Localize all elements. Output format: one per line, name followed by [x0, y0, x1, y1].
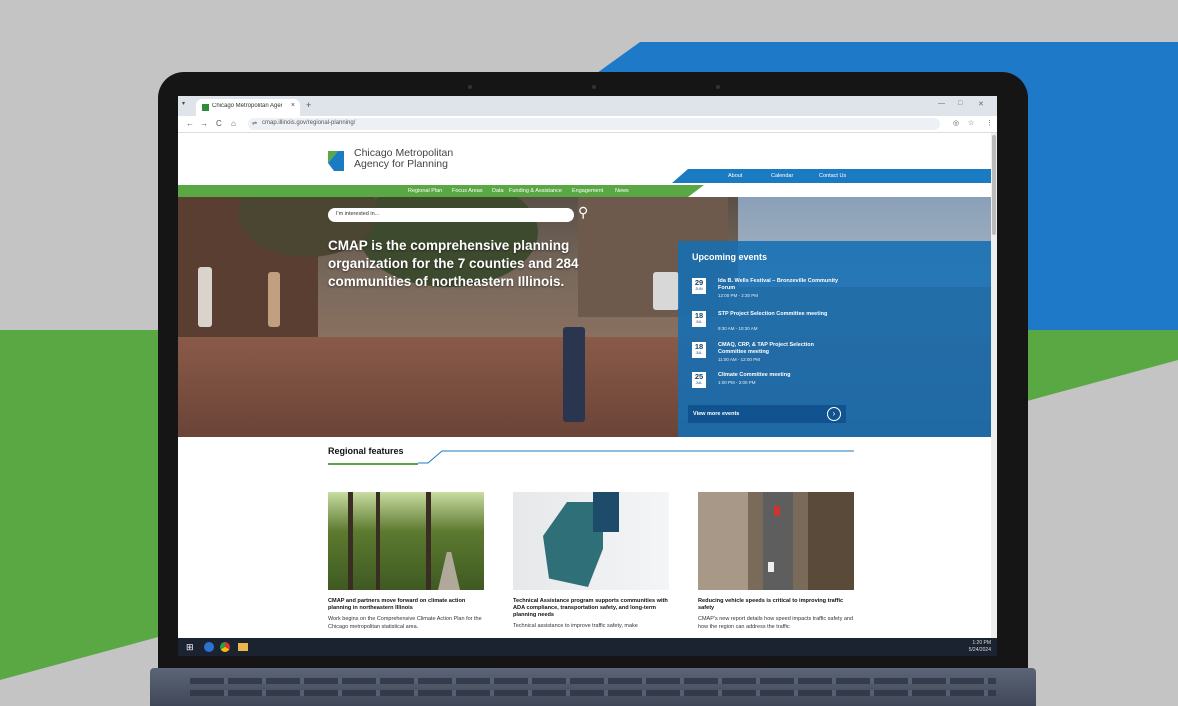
hero-search-placeholder: I'm interested in... [336, 211, 380, 217]
event-time: 1:00 PM - 2:00 PM [718, 380, 756, 385]
events-title: Upcoming events [692, 252, 768, 262]
view-more-events-button[interactable]: View more events › [688, 405, 846, 423]
browser-tab-bar: ▾ Chicago Metropolitan Agency f... × + —… [178, 96, 997, 116]
eye-off-icon[interactable]: ◎ [953, 119, 959, 127]
close-tab-icon[interactable]: × [291, 102, 295, 109]
back-button[interactable]: ← [186, 119, 194, 128]
menu-kebab-icon[interactable]: ⋮ [986, 119, 993, 127]
windows-start-icon[interactable]: ⊞ [186, 642, 196, 652]
feature-card[interactable]: CMAP and partners move forward on climat… [328, 492, 484, 631]
regional-features-heading: Regional features [328, 446, 404, 456]
reload-button[interactable]: C [216, 119, 222, 128]
new-tab-button[interactable]: + [306, 100, 311, 110]
heading-underline [328, 463, 418, 465]
feature-card-body: CMAP's new report details how speed impa… [698, 616, 854, 630]
feature-card[interactable]: Reducing vehicle speeds is critical to i… [698, 492, 854, 631]
nav-engagement[interactable]: Engagement [572, 188, 603, 194]
hero-pedestrian [198, 267, 212, 327]
home-button[interactable]: ⌂ [231, 119, 236, 128]
browser-tab[interactable]: Chicago Metropolitan Agency f... × [196, 99, 300, 116]
heading-divider [418, 450, 854, 464]
sensor-dot [716, 85, 720, 89]
laptop-keyboard [150, 668, 1036, 706]
util-nav-calendar[interactable]: Calendar [771, 173, 793, 179]
feature-card-title[interactable]: Technical Assistance program supports co… [513, 598, 669, 619]
hero-headline: CMAP is the comprehensive planning organ… [328, 238, 579, 289]
address-bar-row: ← → C ⌂ ⇌ cmap.illinois.gov/regional-pla… [178, 116, 997, 133]
event-time: 12:00 PM - 2:30 PM [718, 293, 759, 298]
taskbar-clock[interactable]: 1:20 PM 5/24/2024 [969, 640, 991, 654]
laptop-screen: ▾ Chicago Metropolitan Agency f... × + —… [178, 96, 997, 656]
hero-search-input[interactable]: I'm interested in... [328, 208, 574, 222]
feature-card-body: Work begins on the Comprehensive Climate… [328, 616, 482, 630]
nav-funding-assistance[interactable]: Funding & Assistance [509, 188, 562, 194]
view-more-events-label: View more events [693, 411, 740, 417]
windows-taskbar: ⊞ 1:20 PM 5/24/2024 [178, 638, 997, 656]
event-date-badge: 18 JUL [692, 342, 706, 358]
tab-search-icon[interactable]: ▾ [182, 100, 192, 111]
nav-data[interactable]: Data [492, 188, 504, 194]
site-favicon-icon [202, 104, 209, 111]
camera-icon [592, 85, 596, 89]
scrollbar-thumb[interactable] [992, 135, 996, 235]
nav-news[interactable]: News [615, 188, 629, 194]
hero-car [653, 272, 679, 310]
url-text: cmap.illinois.gov/regional-planning/ [262, 120, 356, 126]
maximize-button[interactable]: □ [958, 100, 962, 107]
taskbar-date: 5/24/2024 [968, 647, 991, 653]
close-window-button[interactable]: ✕ [978, 100, 984, 108]
event-name[interactable]: STP Project Selection Committee meeting [718, 311, 838, 318]
tab-title: Chicago Metropolitan Agency f... [212, 103, 282, 109]
region-map-image[interactable] [513, 492, 669, 590]
site-logo-text[interactable]: Chicago Metropolitan Agency for Planning [354, 148, 453, 170]
main-nav-slant [688, 185, 704, 197]
page-scrollbar[interactable] [991, 133, 997, 638]
nav-focus-areas[interactable]: Focus Areas [452, 188, 483, 194]
feature-card-title[interactable]: CMAP and partners move forward on climat… [328, 598, 484, 612]
sensor-dot [468, 85, 472, 89]
main-nav: Regional Plan Focus Areas Data Funding &… [178, 185, 688, 197]
event-date-badge: 18 JUL [692, 311, 706, 327]
file-explorer-icon[interactable] [238, 643, 248, 651]
event-date-badge: 25 JUL [692, 372, 706, 388]
chrome-browser-icon[interactable] [220, 642, 230, 652]
site-info-icon[interactable]: ⇌ [252, 120, 257, 127]
minimize-button[interactable]: — [938, 100, 945, 107]
search-icon[interactable]: ⚲ [578, 204, 588, 221]
feature-card[interactable]: Technical Assistance program supports co… [513, 492, 669, 630]
edge-browser-icon[interactable] [204, 642, 214, 652]
utility-nav-slant [672, 169, 688, 183]
hero-pedestrian [563, 327, 585, 422]
upcoming-events-panel: Upcoming events 29 JUN Ida B. Wells Festi… [678, 241, 997, 437]
taskbar-time: 1:20 PM [972, 640, 991, 646]
nav-regional-plan[interactable]: Regional Plan [408, 188, 442, 194]
event-name[interactable]: Ida B. Wells Festival – Bronzeville Comm… [718, 278, 838, 292]
util-nav-contact[interactable]: Contact Us [819, 173, 846, 179]
utility-nav: About Calendar Contact Us [688, 169, 997, 183]
event-time: 9:30 AM - 10:30 AM [718, 326, 758, 331]
event-name[interactable]: CMAQ, CRP, & TAP Project Selection Commi… [718, 342, 838, 356]
feature-card-title[interactable]: Reducing vehicle speeds is critical to i… [698, 598, 854, 612]
hero-pedestrian [268, 272, 280, 327]
feature-card-body: Technical assistance to improve traffic … [513, 623, 638, 629]
aerial-street-image[interactable] [698, 492, 854, 590]
event-name[interactable]: Climate Committee meeting [718, 372, 838, 379]
chevron-right-circle-icon: › [827, 407, 841, 421]
bookmark-star-icon[interactable]: ☆ [968, 119, 974, 127]
logo-line-2: Agency for Planning [354, 158, 448, 170]
forward-button[interactable]: → [200, 119, 208, 128]
event-date-badge: 29 JUN [692, 278, 706, 294]
util-nav-about[interactable]: About [728, 173, 742, 179]
forest-trail-image[interactable] [328, 492, 484, 590]
cmap-logo-icon[interactable] [328, 151, 344, 171]
address-bar[interactable]: ⇌ cmap.illinois.gov/regional-planning/ [248, 118, 940, 130]
event-time: 11:00 AM - 12:00 PM [718, 357, 760, 362]
